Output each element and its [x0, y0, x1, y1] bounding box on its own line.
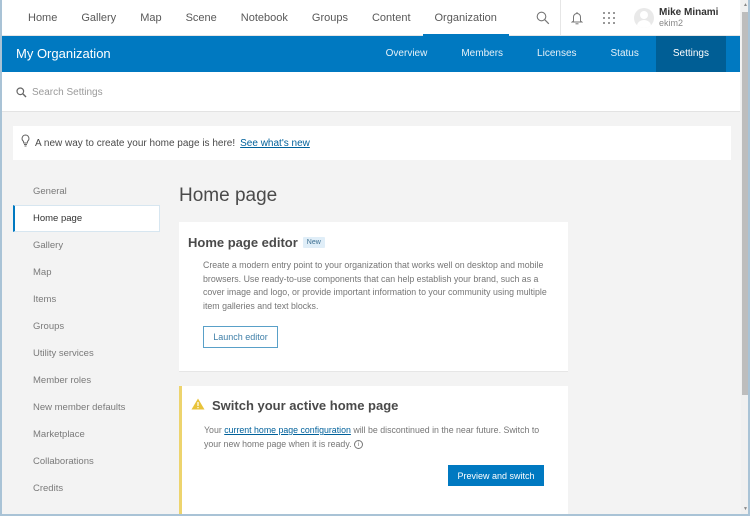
new-homepage-notice: A new way to create your home page is he…	[13, 126, 731, 160]
avatar	[634, 8, 654, 28]
nav-gallery[interactable]: Gallery	[69, 0, 128, 36]
sidebar-item-credits[interactable]: Credits	[13, 475, 160, 502]
tab-overview[interactable]: Overview	[369, 36, 445, 72]
apps-grid-icon[interactable]	[599, 8, 619, 28]
divider	[560, 0, 561, 36]
org-title: My Organization	[16, 46, 111, 61]
sidebar-item-marketplace[interactable]: Marketplace	[13, 421, 160, 448]
organization-bar: My Organization Overview Members License…	[2, 36, 740, 72]
settings-search-bar	[2, 72, 740, 112]
settings-sidebar: General Home page Gallery Map Items Grou…	[13, 178, 160, 502]
sidebar-item-collaborations[interactable]: Collaborations	[13, 448, 160, 475]
scroll-down-arrow-icon[interactable]: ▼	[741, 504, 748, 514]
bell-icon[interactable]	[567, 8, 587, 28]
see-whats-new-link[interactable]: See what's new	[240, 138, 310, 149]
sidebar-item-home-page[interactable]: Home page	[13, 205, 160, 232]
sidebar-item-items[interactable]: Items	[13, 286, 160, 313]
sidebar-item-groups[interactable]: Groups	[13, 313, 160, 340]
nav-organization[interactable]: Organization	[422, 0, 510, 36]
nav-notebook[interactable]: Notebook	[229, 0, 300, 36]
sidebar-item-utility-services[interactable]: Utility services	[13, 340, 160, 367]
preview-and-switch-button[interactable]: Preview and switch	[448, 465, 544, 486]
notice-text: A new way to create your home page is he…	[35, 137, 236, 149]
info-icon[interactable]: i	[353, 439, 363, 449]
current-configuration-link[interactable]: current home page configuration	[224, 425, 351, 435]
page-title: Home page	[179, 185, 278, 206]
search-settings-input[interactable]	[32, 82, 432, 102]
lightbulb-icon	[21, 134, 30, 152]
sidebar-item-new-member-defaults[interactable]: New member defaults	[13, 394, 160, 421]
sidebar-item-general[interactable]: General	[13, 178, 160, 205]
editor-card-description: Create a modern entry point to your orga…	[203, 260, 547, 311]
warning-icon	[191, 398, 205, 413]
tab-licenses[interactable]: Licenses	[520, 36, 593, 72]
sidebar-item-gallery[interactable]: Gallery	[13, 232, 160, 259]
org-tabs: Overview Members Licenses Status Setting…	[369, 36, 726, 72]
switch-desc-prefix: Your	[204, 425, 225, 435]
switch-home-page-card: Switch your active home page Your curren…	[179, 386, 568, 514]
top-navigation: Home Gallery Map Scene Notebook Groups C…	[2, 0, 740, 36]
nav-home[interactable]: Home	[16, 0, 69, 36]
nav-scene[interactable]: Scene	[174, 0, 229, 36]
page-scrollbar[interactable]: ▲ ▼	[741, 0, 748, 514]
search-icon	[16, 85, 27, 103]
user-username: ekim2	[659, 18, 684, 28]
search-icon[interactable]	[533, 8, 553, 28]
user-menu[interactable]: Mike Minami ekim2	[634, 5, 718, 31]
editor-card-heading: Home page editor	[188, 235, 298, 250]
tab-status[interactable]: Status	[594, 36, 656, 72]
user-full-name: Mike Minami	[659, 7, 719, 18]
nav-content[interactable]: Content	[360, 0, 423, 36]
scroll-up-arrow-icon[interactable]: ▲	[741, 0, 748, 10]
nav-map[interactable]: Map	[128, 0, 173, 36]
home-page-editor-card: Home page editor New Create a modern ent…	[179, 222, 568, 372]
tab-members[interactable]: Members	[444, 36, 520, 72]
scrollbar-thumb[interactable]	[742, 12, 748, 395]
switch-card-heading: Switch your active home page	[212, 398, 399, 413]
main-content: Home page Home page editor New Create a …	[179, 180, 568, 514]
tab-settings[interactable]: Settings	[655, 36, 726, 72]
sidebar-item-map[interactable]: Map	[13, 259, 160, 286]
launch-editor-button[interactable]: Launch editor	[203, 326, 278, 348]
nav-groups[interactable]: Groups	[300, 0, 360, 36]
switch-card-description: Your current home page configuration wil…	[204, 424, 554, 451]
browser-window: Home Gallery Map Scene Notebook Groups C…	[0, 0, 750, 516]
new-badge: New	[302, 237, 325, 248]
sidebar-item-member-roles[interactable]: Member roles	[13, 367, 160, 394]
top-nav-links: Home Gallery Map Scene Notebook Groups C…	[16, 0, 510, 36]
